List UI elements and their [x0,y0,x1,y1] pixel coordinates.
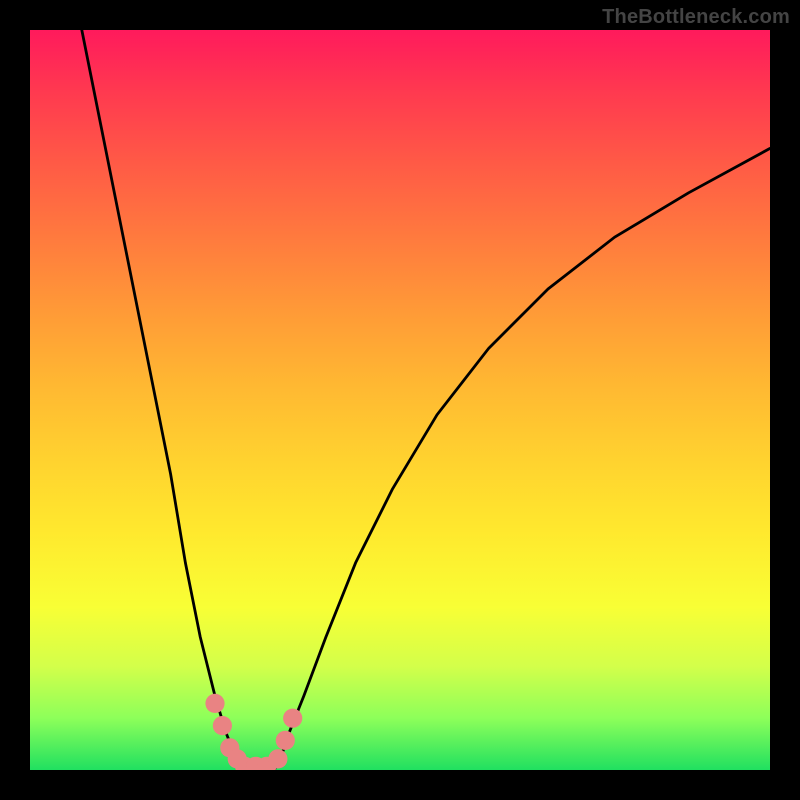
red-dot [213,716,232,735]
curve-line [82,30,245,770]
curve-line [274,148,770,770]
chart-frame: TheBottleneck.com [0,0,800,800]
chart-svg [30,30,770,770]
watermark-text: TheBottleneck.com [602,6,790,29]
chart-plot-area [30,30,770,770]
markers-group [205,694,302,770]
series-group [82,30,770,770]
red-dot [276,731,295,750]
red-dot [205,694,224,713]
red-dot [283,709,302,728]
red-dot [268,749,287,768]
